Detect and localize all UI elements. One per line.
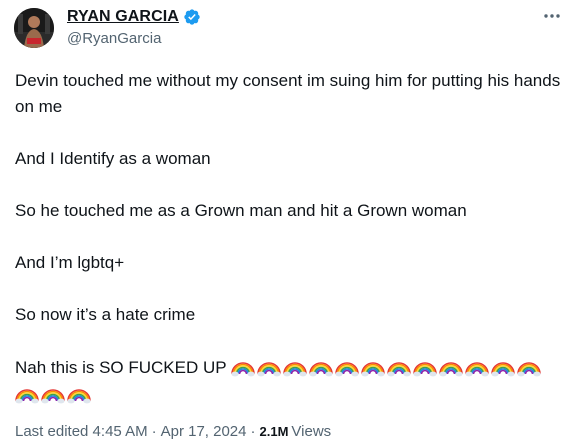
tweet-date[interactable]: Apr 17, 2024	[161, 423, 247, 440]
rainbow-emoji-icon	[67, 381, 91, 405]
tweet-text: Devin touched me without my consent im s…	[15, 68, 567, 408]
views-label: Views	[291, 423, 332, 440]
rainbow-emoji-icon	[15, 381, 39, 405]
tweet-paragraph: So now it’s a hate crime	[15, 305, 196, 324]
more-options-button[interactable]	[541, 6, 563, 26]
tweet-paragraph: So he touched me as a Grown man and hit …	[15, 201, 467, 220]
tweet-last-paragraph: Nah this is SO FUCKED UP	[15, 354, 567, 408]
tweet-card: RYAN GARCIA @RyanGarcia Devin touched me…	[0, 0, 581, 442]
tweet-paragraph-text: Nah this is SO FUCKED UP	[15, 358, 227, 377]
rainbow-emoji-icon	[361, 354, 385, 378]
rainbow-emoji-icon	[413, 354, 437, 378]
tweet-paragraph: Devin touched me without my consent im s…	[15, 71, 561, 116]
rainbow-emoji-icon	[439, 354, 463, 378]
rainbow-emoji-icon	[387, 354, 411, 378]
verified-badge-icon	[183, 8, 201, 26]
views-count: 2.1M	[259, 424, 289, 439]
rainbow-emoji-icon	[257, 354, 281, 378]
rainbow-emoji-icon	[283, 354, 307, 378]
rainbow-emoji-icon	[491, 354, 515, 378]
rainbow-emoji-icon	[41, 381, 65, 405]
meta-separator: ·	[250, 423, 256, 440]
author-display-name[interactable]: RYAN GARCIA	[67, 8, 179, 26]
tweet-paragraph: And I Identify as a woman	[15, 149, 211, 168]
rainbow-emoji-icon	[517, 354, 541, 378]
rainbow-emoji-icon	[231, 354, 255, 378]
rainbow-emoji-icon	[335, 354, 359, 378]
author-handle[interactable]: @RyanGarcia	[67, 30, 161, 47]
rainbow-emoji-icon	[309, 354, 333, 378]
author-name-row: RYAN GARCIA	[67, 7, 201, 27]
meta-separator: ·	[151, 423, 157, 440]
avatar[interactable]	[14, 8, 54, 48]
more-horizontal-icon	[544, 14, 560, 18]
tweet-meta: Last edited 4:45 AM · Apr 17, 2024 · 2.1…	[15, 423, 331, 440]
tweet-paragraph: And I’m lgbtq+	[15, 253, 125, 272]
rainbow-emoji-icon	[465, 354, 489, 378]
edited-label[interactable]: Last edited 4:45 AM	[15, 423, 148, 440]
